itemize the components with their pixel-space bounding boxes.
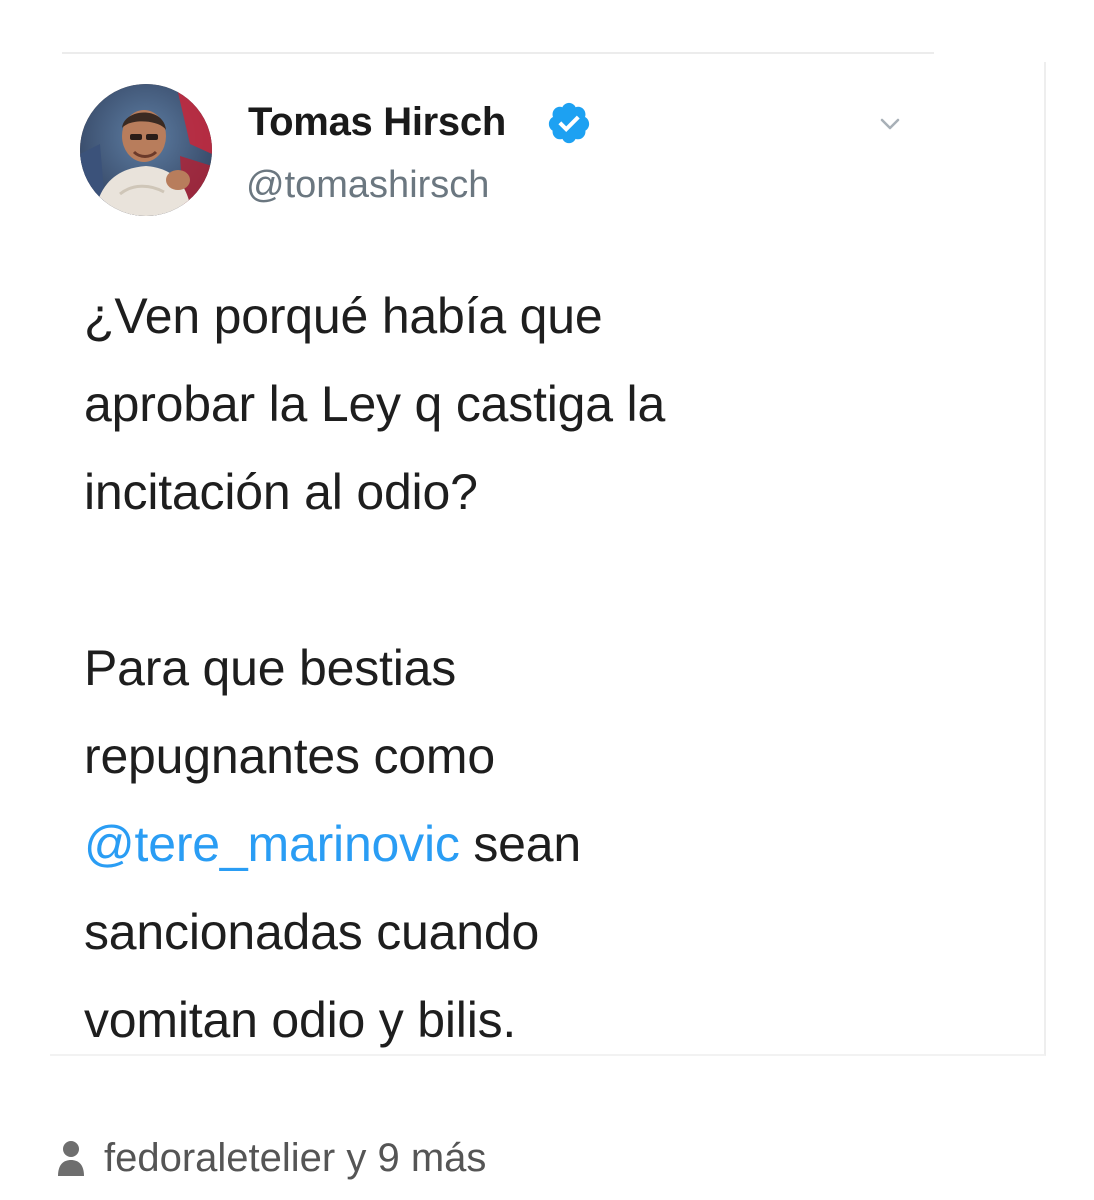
tweet-line-rest: sean xyxy=(459,816,581,872)
author-name[interactable]: Tomas Hirsch xyxy=(248,100,506,145)
tagged-users-text[interactable]: fedoraletelier y 9 más xyxy=(104,1136,486,1181)
tweet-line: aprobar la Ley q castiga la xyxy=(84,376,666,432)
avatar-photo xyxy=(80,84,212,216)
tagged-users[interactable]: fedoraletelier y 9 más xyxy=(56,1132,486,1184)
tweet-text: ¿Ven porqué había que aprobar la Ley q c… xyxy=(84,272,984,1064)
chevron-down-icon[interactable] xyxy=(876,110,904,138)
tweet-line: vomitan odio y bilis. xyxy=(84,992,517,1048)
tweet-line: sancionadas cuando xyxy=(84,904,540,960)
person-icon xyxy=(56,1136,86,1180)
tweet-line: ¿Ven porqué había que xyxy=(84,288,603,344)
tweet-line: incitación al odio? xyxy=(84,464,478,520)
author-avatar[interactable] xyxy=(80,84,212,216)
top-divider xyxy=(62,52,934,54)
embedded-tweet-card[interactable]: Tomas Hirsch @tomashirsch ¿Ven porqué ha… xyxy=(50,62,1046,1056)
verified-badge-icon xyxy=(546,100,592,146)
tweet-line: Para que bestias xyxy=(84,640,457,696)
tweet-line: repugnantes como xyxy=(84,728,495,784)
paragraph-break xyxy=(84,536,984,624)
tweet-line: @tere_marinovic sean xyxy=(84,800,984,888)
mention-link[interactable]: @tere_marinovic xyxy=(84,816,460,872)
author-handle[interactable]: @tomashirsch xyxy=(246,164,489,207)
